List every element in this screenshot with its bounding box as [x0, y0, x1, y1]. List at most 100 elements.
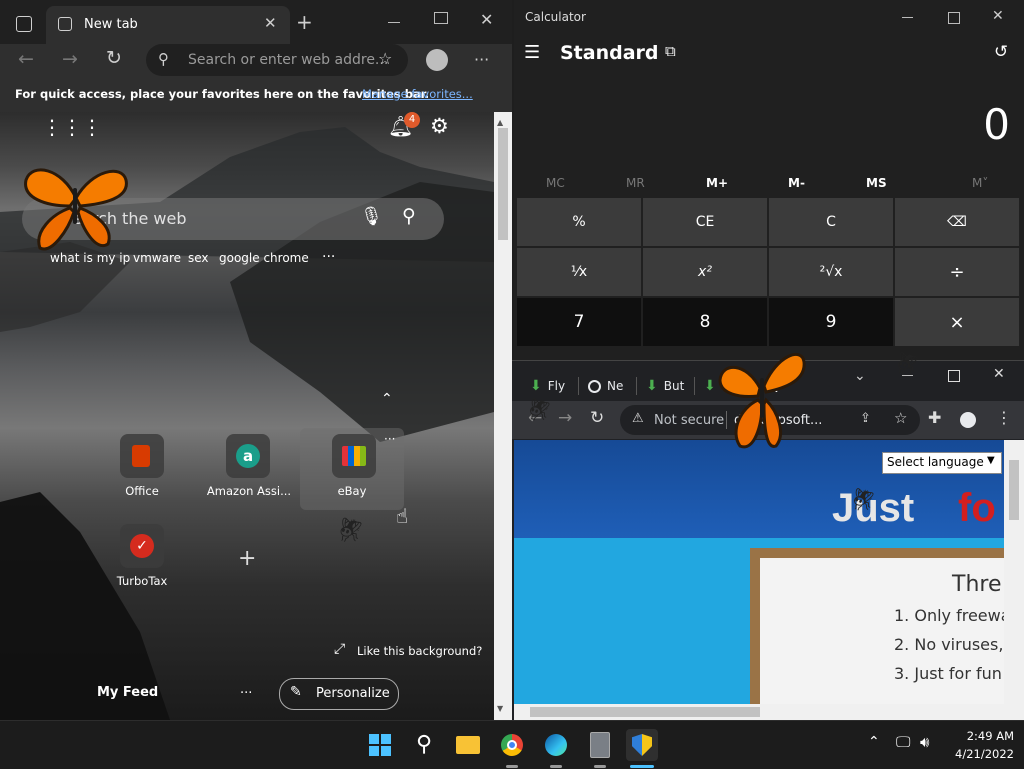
personalize-button[interactable]: ✎ Personalize [279, 678, 399, 710]
feed-more-icon[interactable]: ··· [240, 686, 252, 701]
file-explorer-button[interactable] [452, 729, 484, 761]
memory-subtract-button[interactable]: M- [788, 176, 805, 190]
board-title: Thre [952, 572, 1002, 597]
collapse-chevron-up-icon[interactable]: ⌃ [381, 392, 393, 406]
tab-actions-icon[interactable] [16, 16, 32, 32]
keep-on-top-icon[interactable]: ⧉ [665, 44, 676, 59]
taskbar-search-icon[interactable]: ⚲ [408, 729, 440, 761]
manage-favorites-link[interactable]: Manage favorites... [362, 87, 473, 101]
edge-scrollbar[interactable]: ▲ ▼ [494, 112, 512, 720]
start-button[interactable] [364, 729, 396, 761]
chrome-horizontal-scrollbar[interactable] [514, 704, 1024, 720]
extensions-puzzle-icon[interactable]: ✚ [928, 410, 941, 426]
chrome-menu-icon[interactable]: ⋮ [996, 410, 1012, 426]
select-language-dropdown[interactable]: Select language ▼ [882, 452, 1002, 474]
scroll-down-arrow-icon[interactable]: ▼ [497, 704, 503, 713]
taskbar-date[interactable]: 4/21/2022 [946, 747, 1014, 761]
multiply-button[interactable]: × [895, 298, 1019, 346]
bookmark-star-icon[interactable]: ☆ [894, 411, 907, 426]
close-tab-icon[interactable]: ✕ [264, 16, 277, 31]
memory-list-button[interactable]: M˅ [972, 176, 988, 190]
digit-7-button[interactable]: 7 [517, 298, 641, 346]
taskbar-time[interactable]: 2:49 AM [954, 729, 1014, 743]
edge-taskbar-button[interactable] [540, 729, 572, 761]
profile-avatar[interactable] [426, 49, 448, 71]
calculator-taskbar-button[interactable] [584, 729, 616, 761]
show-hidden-icons-chevron[interactable]: ⌃ [868, 735, 880, 749]
memory-add-button[interactable]: M+ [706, 176, 728, 190]
digit-8-button[interactable]: 8 [643, 298, 767, 346]
like-background-link[interactable]: Like this background? [357, 644, 482, 658]
tab-search-chevron-icon[interactable]: ⌄ [854, 369, 866, 383]
chrome-vertical-scrollbar[interactable] [1004, 440, 1024, 704]
memory-clear-button[interactable]: MC [546, 176, 565, 190]
calc-close-icon[interactable]: ✕ [992, 9, 1004, 23]
back-icon[interactable]: ← [18, 50, 34, 69]
web-search-icon[interactable]: ⚲ [402, 207, 416, 226]
suggestion-4[interactable]: google chrome [219, 251, 309, 265]
chrome-hscroll-thumb[interactable] [530, 707, 760, 717]
share-icon[interactable]: ⇪ [860, 412, 871, 425]
add-shortcut-icon[interactable]: + [238, 548, 256, 570]
network-icon[interactable]: 🖵︎ [896, 735, 910, 750]
tab-new[interactable]: Ne [588, 375, 623, 397]
chrome-maximize-icon[interactable] [948, 370, 960, 382]
suggestion-3[interactable]: sex [188, 251, 209, 265]
chrome-vscroll-thumb[interactable] [1009, 460, 1019, 520]
digit-9-button[interactable]: 9 [769, 298, 893, 346]
tab-but[interactable]: ⬇ But [646, 375, 684, 397]
calc-maximize-icon[interactable] [948, 12, 960, 24]
chrome-profile-icon[interactable] [960, 412, 976, 428]
tab-active[interactable]: ⬇ [704, 375, 716, 397]
chrome-reload-icon[interactable]: ↻ [590, 410, 604, 427]
settings-more-icon[interactable]: ··· [474, 52, 489, 68]
clear-entry-button[interactable]: CE [643, 198, 767, 246]
fly-icon: 🪰︎ [850, 488, 878, 513]
add-favorite-icon[interactable]: ☆ [378, 51, 392, 67]
tab-new-tab[interactable]: New tab ✕ [46, 6, 290, 44]
memory-recall-button[interactable]: MR [626, 176, 645, 190]
chrome-taskbar-button[interactable] [496, 729, 528, 761]
close-window-icon[interactable]: ✕ [480, 12, 493, 28]
calculator-window: Calculator ✕ ☰ Standard ⧉ ↺ 0 MC MR M+ M… [514, 0, 1024, 360]
square-root-button[interactable]: ²√x [769, 248, 893, 296]
new-tab-plus-icon[interactable]: + [296, 12, 313, 32]
microphone-icon[interactable]: 🎙︎ [360, 208, 383, 226]
history-icon[interactable]: ↺ [994, 44, 1008, 61]
reciprocal-button[interactable]: ¹⁄x [517, 248, 641, 296]
forward-icon[interactable]: → [62, 50, 78, 69]
turbotax-tile[interactable]: ✓ [120, 524, 164, 568]
tab-fly[interactable]: ⬇ Fly [530, 375, 565, 397]
ebay-tile[interactable] [332, 434, 376, 478]
calc-minimize-icon[interactable] [902, 17, 913, 18]
hamburger-menu-icon[interactable]: ☰ [524, 44, 540, 62]
divide-button[interactable]: ÷ [895, 248, 1019, 296]
office-tile[interactable] [120, 434, 164, 478]
address-bar[interactable]: ⚲ Search or enter web addre... ☆ [146, 44, 408, 76]
security-taskbar-button[interactable] [626, 729, 658, 761]
scrollbar-thumb[interactable] [498, 128, 508, 240]
maximize-icon[interactable] [434, 12, 448, 24]
edge-window: New tab ✕ + ✕ ← → ↻ ⚲ Search or enter we… [0, 0, 512, 720]
tab-divider [578, 377, 579, 395]
square-button[interactable]: x² [643, 248, 767, 296]
suggestion-2[interactable]: vmware [133, 251, 181, 265]
apps-launcher-icon[interactable]: ⋮⋮⋮ [42, 117, 102, 137]
percent-button[interactable]: % [517, 198, 641, 246]
chrome-close-icon[interactable]: ✕ [993, 367, 1005, 381]
backspace-button[interactable]: ⌫ [895, 198, 1019, 246]
clear-button[interactable]: C [769, 198, 893, 246]
more-suggestions-icon[interactable]: ··· [322, 249, 335, 265]
chrome-forward-icon[interactable]: → [558, 410, 572, 427]
amazon-assistant-tile[interactable]: a [226, 434, 270, 478]
new-tab-icon [58, 17, 72, 31]
refresh-icon[interactable]: ↻ [106, 49, 122, 68]
ebay-more-icon[interactable]: ··· [384, 432, 395, 446]
memory-store-button[interactable]: MS [866, 176, 887, 190]
my-feed-label[interactable]: My Feed [97, 685, 158, 700]
scroll-up-arrow-icon[interactable]: ▲ [497, 118, 503, 127]
minimize-icon[interactable] [388, 22, 400, 23]
ebay-tile-hover[interactable]: ··· eBay [300, 428, 404, 510]
volume-icon[interactable]: 🔊︎ [920, 735, 929, 750]
page-settings-gear-icon[interactable]: ⚙ [430, 116, 449, 137]
